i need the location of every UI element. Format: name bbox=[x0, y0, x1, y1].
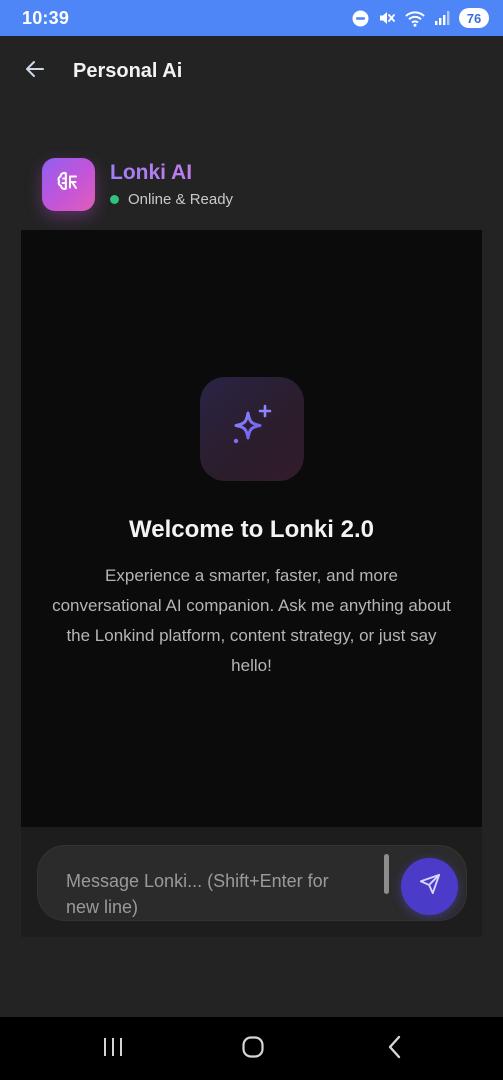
status-badge: Online & Ready bbox=[110, 191, 233, 208]
app-screen: 10:39 76 Personal Ai Lonki AI Online & R… bbox=[0, 0, 503, 1080]
signal-icon bbox=[434, 10, 450, 26]
status-time: 10:39 bbox=[22, 7, 70, 28]
send-icon bbox=[419, 873, 441, 900]
recent-apps-button[interactable] bbox=[93, 1031, 133, 1067]
online-dot-icon bbox=[110, 195, 119, 204]
welcome-title: Welcome to Lonki 2.0 bbox=[129, 516, 374, 543]
send-button[interactable] bbox=[401, 858, 458, 915]
do-not-disturb-icon bbox=[352, 10, 369, 27]
welcome-badge bbox=[200, 377, 304, 481]
chat-panel: Welcome to Lonki 2.0 Experience a smarte… bbox=[21, 230, 482, 827]
page-title: Personal Ai bbox=[73, 59, 183, 82]
arrow-left-icon bbox=[25, 60, 45, 83]
message-input[interactable] bbox=[66, 868, 366, 918]
back-icon bbox=[387, 1035, 403, 1064]
welcome-description: Experience a smarter, faster, and more c… bbox=[52, 566, 451, 675]
input-scrollbar[interactable] bbox=[384, 854, 389, 894]
app-bar: Personal Ai bbox=[0, 36, 503, 106]
sparkles-icon bbox=[226, 401, 278, 458]
avatar bbox=[42, 158, 95, 211]
bot-name: Lonki AI bbox=[110, 161, 233, 185]
battery-icon: 76 bbox=[459, 8, 489, 28]
composer-area bbox=[21, 827, 482, 937]
home-button[interactable] bbox=[233, 1031, 273, 1067]
status-bar: 10:39 76 bbox=[0, 0, 503, 36]
composer bbox=[37, 845, 467, 921]
nav-back-button[interactable] bbox=[375, 1031, 415, 1067]
wifi-icon bbox=[405, 10, 425, 27]
system-nav-bar bbox=[0, 1017, 503, 1080]
back-button[interactable] bbox=[0, 36, 70, 106]
recent-apps-icon bbox=[102, 1037, 124, 1062]
chat-header: Lonki AI Online & Ready bbox=[42, 158, 233, 211]
status-text: Online & Ready bbox=[128, 191, 234, 208]
mute-icon bbox=[378, 9, 396, 27]
status-icons: 76 bbox=[352, 8, 489, 28]
home-icon bbox=[241, 1035, 265, 1064]
bot-meta: Lonki AI Online & Ready bbox=[110, 161, 233, 208]
brain-icon bbox=[55, 168, 83, 201]
